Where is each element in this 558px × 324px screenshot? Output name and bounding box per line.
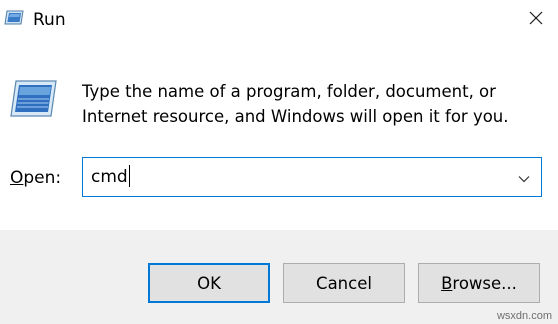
open-combobox[interactable]: cmd xyxy=(82,157,542,197)
window-title: Run xyxy=(33,10,66,30)
open-label-accelerator: O xyxy=(10,168,24,188)
button-bar: OK Cancel Browse... wsxdn.com xyxy=(0,230,558,324)
browse-button[interactable]: Browse... xyxy=(418,263,540,303)
browse-label: rowse... xyxy=(452,273,517,293)
run-dialog: Run Type the name of a program, folder, … xyxy=(0,0,558,324)
watermark: wsxdn.com xyxy=(496,310,552,322)
browse-accelerator: B xyxy=(441,273,453,293)
dialog-content: Type the name of a program, folder, docu… xyxy=(0,42,558,230)
open-label: Open: xyxy=(10,166,61,190)
title-bar: Run xyxy=(0,0,558,42)
ok-button[interactable]: OK xyxy=(148,263,270,303)
close-icon xyxy=(529,10,543,29)
run-icon xyxy=(8,79,58,119)
cancel-button[interactable]: Cancel xyxy=(283,263,405,303)
text-caret xyxy=(128,165,130,187)
run-icon xyxy=(4,10,24,26)
dropdown-button[interactable] xyxy=(507,158,541,196)
open-input[interactable]: cmd xyxy=(91,158,130,196)
dialog-description: Type the name of a program, folder, docu… xyxy=(82,82,509,126)
chevron-down-icon xyxy=(518,168,530,187)
open-label-text: pen: xyxy=(23,168,62,188)
close-button[interactable] xyxy=(514,0,558,38)
open-input-value: cmd xyxy=(91,167,128,187)
